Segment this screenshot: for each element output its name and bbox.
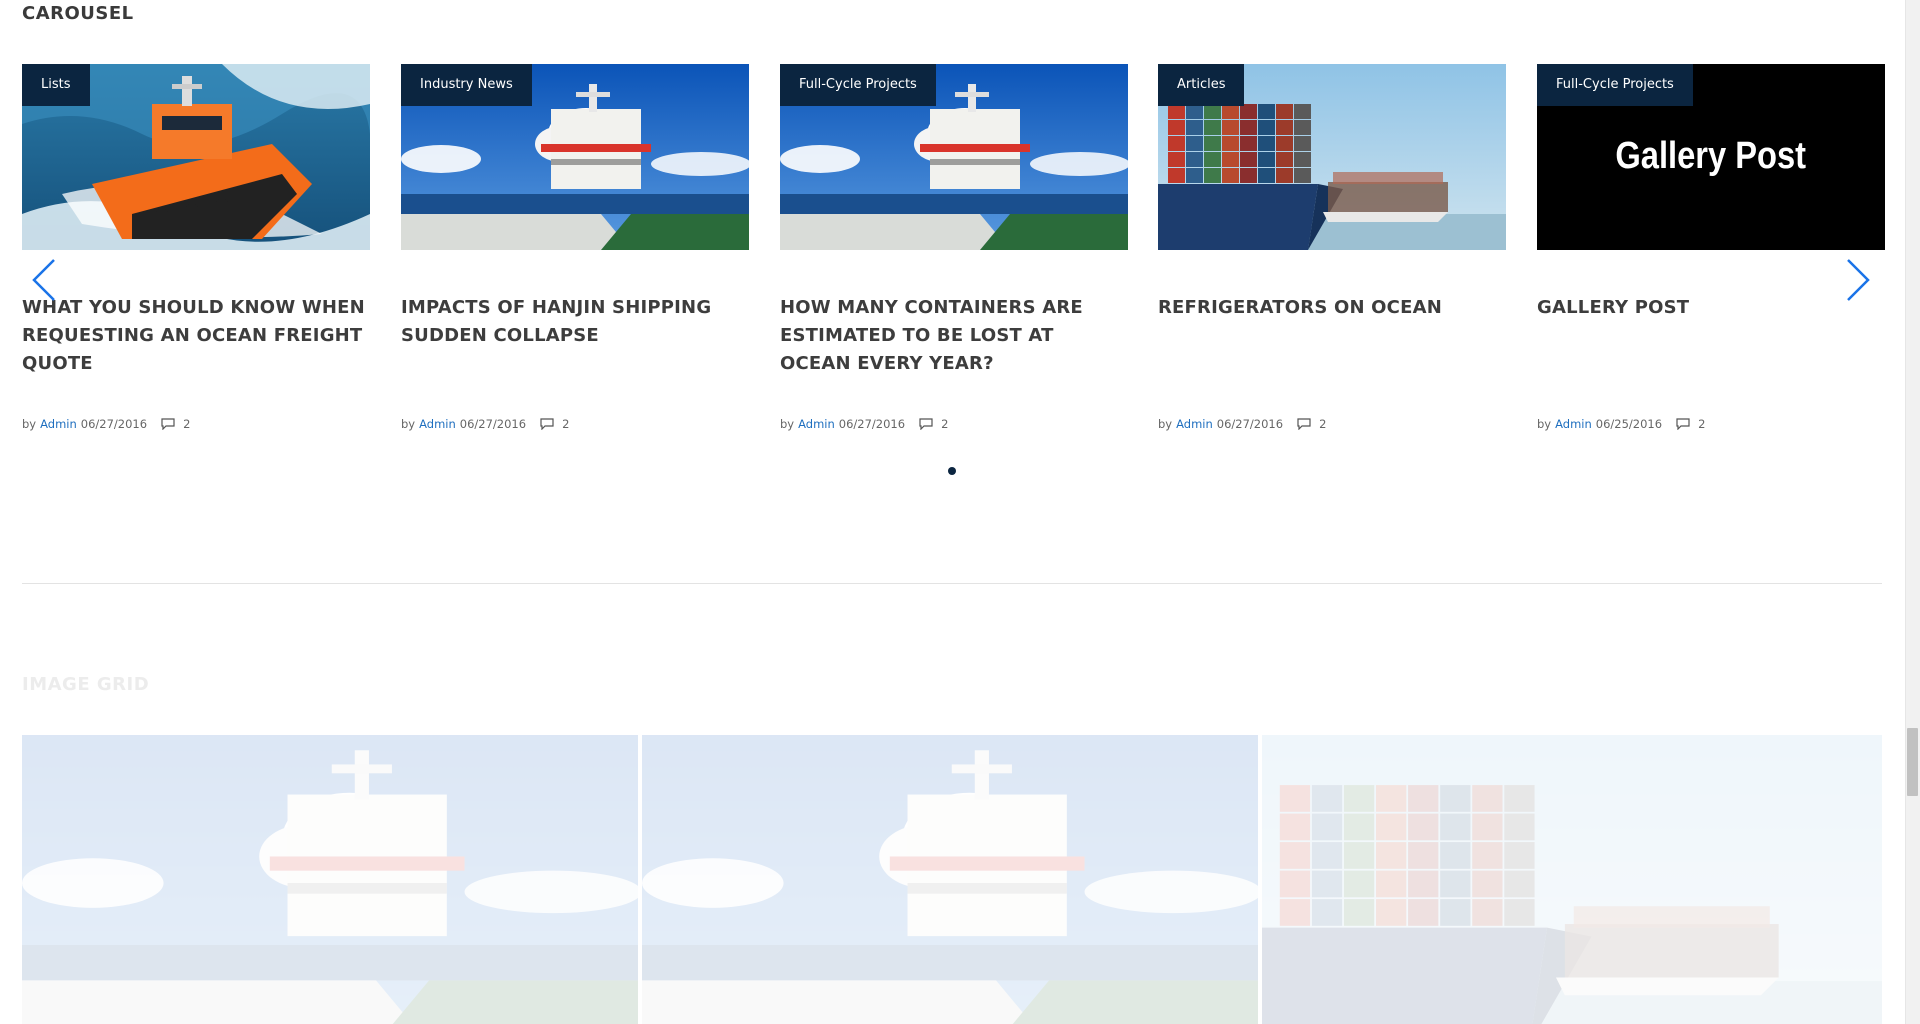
comment-count[interactable]: 2 xyxy=(941,417,948,431)
by-label: by xyxy=(1158,417,1173,431)
category-badge[interactable]: Full-Cycle Projects xyxy=(780,64,936,106)
card-title-link[interactable]: GALLERY POST xyxy=(1537,294,1885,322)
post-date: 06/25/2016 xyxy=(1595,417,1663,431)
card-title-link[interactable]: IMPACTS OF HANJIN SHIPPING SUDDEN COLLAP… xyxy=(401,294,749,350)
image-grid-item[interactable] xyxy=(22,735,638,1024)
card-title-link[interactable]: HOW MANY CONTAINERS ARE ESTIMATED TO BE … xyxy=(780,294,1128,378)
author-link[interactable]: Admin xyxy=(1176,417,1213,431)
post-date: 06/27/2016 xyxy=(80,417,148,431)
gallery-post-image-text: Gallery Post xyxy=(1615,134,1806,177)
comment-icon[interactable] xyxy=(540,418,554,430)
comment-count[interactable]: 2 xyxy=(562,417,569,431)
comment-count[interactable]: 2 xyxy=(1698,417,1705,431)
card-image-link[interactable]: Articles xyxy=(1158,64,1506,250)
carousel: Lists WHAT YOU SHOULD KNOW WHEN REQUESTI… xyxy=(22,64,1885,431)
by-label: by xyxy=(401,417,416,431)
carousel-track: Lists WHAT YOU SHOULD KNOW WHEN REQUESTI… xyxy=(22,64,1885,444)
carousel-card: Articles REFRIGERATORS ON OCEAN by Admin… xyxy=(1158,64,1506,431)
by-label: by xyxy=(1537,417,1552,431)
category-badge[interactable]: Industry News xyxy=(401,64,532,106)
category-badge[interactable]: Full-Cycle Projects xyxy=(1537,64,1693,106)
category-badge[interactable]: Lists xyxy=(22,64,90,106)
carousel-section-title: CAROUSEL xyxy=(22,3,134,24)
card-image-link[interactable]: Industry News xyxy=(401,64,749,250)
chevron-left-icon xyxy=(32,259,55,301)
card-title-link[interactable]: REFRIGERATORS ON OCEAN xyxy=(1158,294,1506,322)
comment-icon[interactable] xyxy=(1676,418,1690,430)
section-divider xyxy=(22,583,1882,584)
carousel-card: Industry News IMPACTS OF HANJIN SHIPPING… xyxy=(401,64,749,431)
comment-count[interactable]: 2 xyxy=(1319,417,1326,431)
card-meta: by Admin 06/27/2016 2 xyxy=(1158,417,1506,431)
carousel-next-button[interactable] xyxy=(1844,256,1872,304)
carousel-card: Gallery Post Full-Cycle Projects GALLERY… xyxy=(1537,64,1885,431)
card-image-link[interactable]: Lists xyxy=(22,64,370,250)
post-date: 06/27/2016 xyxy=(838,417,906,431)
page-scrollbar-thumb[interactable] xyxy=(1907,728,1918,796)
post-date: 06/27/2016 xyxy=(459,417,527,431)
author-link[interactable]: Admin xyxy=(1555,417,1592,431)
carousel-card: Lists WHAT YOU SHOULD KNOW WHEN REQUESTI… xyxy=(22,64,370,431)
card-meta: by Admin 06/27/2016 2 xyxy=(401,417,749,431)
category-badge[interactable]: Articles xyxy=(1158,64,1245,106)
comment-icon[interactable] xyxy=(161,418,175,430)
carousel-prev-button[interactable] xyxy=(30,256,58,304)
author-link[interactable]: Admin xyxy=(40,417,77,431)
author-link[interactable]: Admin xyxy=(798,417,835,431)
card-meta: by Admin 06/27/2016 2 xyxy=(22,417,370,431)
card-meta: by Admin 06/25/2016 2 xyxy=(1537,417,1885,431)
comment-count[interactable]: 2 xyxy=(183,417,190,431)
carousel-pager-dot-1[interactable] xyxy=(948,467,956,475)
by-label: by xyxy=(780,417,795,431)
carousel-card: Full-Cycle Projects HOW MANY CONTAINERS … xyxy=(780,64,1128,431)
card-title-link[interactable]: WHAT YOU SHOULD KNOW WHEN REQUESTING AN … xyxy=(22,294,370,378)
post-date: 06/27/2016 xyxy=(1216,417,1284,431)
card-image-link[interactable]: Full-Cycle Projects xyxy=(780,64,1128,250)
comment-icon[interactable] xyxy=(1297,418,1311,430)
card-meta: by Admin 06/27/2016 2 xyxy=(780,417,1128,431)
by-label: by xyxy=(22,417,37,431)
chevron-right-icon xyxy=(1847,259,1870,301)
comment-icon[interactable] xyxy=(919,418,933,430)
image-grid-item[interactable] xyxy=(1262,735,1882,1024)
author-link[interactable]: Admin xyxy=(419,417,456,431)
image-grid xyxy=(22,735,1882,1024)
image-grid-section-title: IMAGE GRID xyxy=(22,674,150,695)
card-image-link[interactable]: Gallery Post Full-Cycle Projects xyxy=(1537,64,1885,250)
image-grid-item[interactable] xyxy=(642,735,1258,1024)
page-scrollbar[interactable] xyxy=(1905,0,1920,1024)
